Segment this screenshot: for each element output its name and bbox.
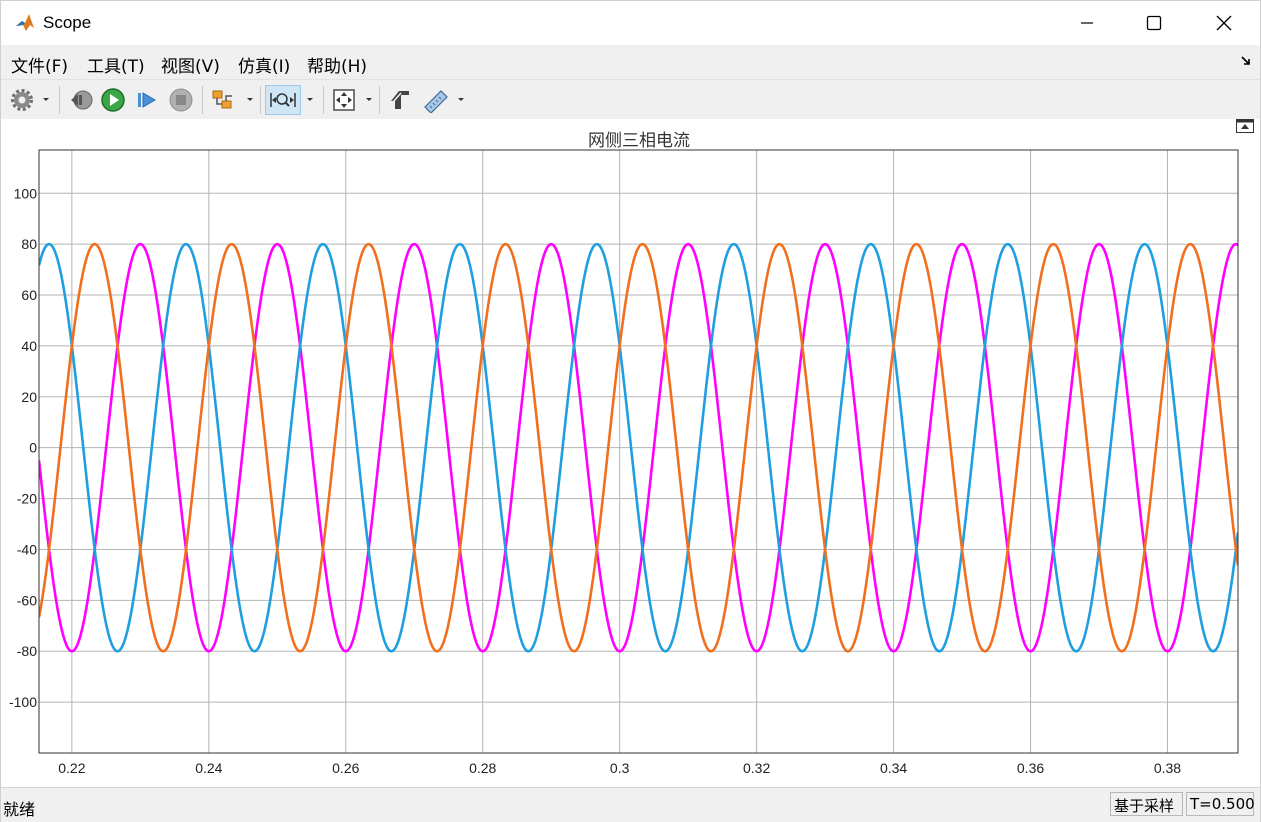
window-title: Scope (43, 13, 92, 32)
stop-button[interactable] (166, 85, 196, 115)
menu-tools[interactable]: 工具(T) (87, 52, 145, 77)
style-icon (391, 91, 409, 109)
toolbar-separator (260, 86, 261, 114)
x-tick-label: 0.26 (332, 760, 359, 776)
step-back-button[interactable] (66, 85, 96, 115)
maximize-icon (1146, 15, 1162, 31)
x-tick-label: 0.32 (743, 760, 770, 776)
x-tick-label: 0.22 (58, 760, 85, 776)
status-text: 就绪 (3, 800, 36, 819)
toolbar-separator (59, 86, 60, 114)
zoom-x-button[interactable] (265, 85, 301, 115)
y-tick-label: 100 (14, 185, 38, 201)
scope-axes[interactable]: 0.22 0.24 0.26 0.28 0.3 0.32 0.34 0.36 0.38 100 80… (1, 119, 1260, 787)
settings-icon (11, 89, 33, 111)
y-tick-label: -80 (17, 643, 37, 659)
settings-dropdown-icon[interactable] (41, 94, 51, 104)
status-bar: 就绪 基于采样 T=0.500 (1, 787, 1260, 822)
trigger-button[interactable] (208, 85, 238, 115)
plot-title: 网侧三相电流 (588, 131, 690, 151)
measure-icon (424, 90, 448, 113)
menu-view[interactable]: 视图(V) (161, 52, 220, 77)
close-button[interactable] (1201, 1, 1247, 45)
y-tick-label: 20 (21, 389, 37, 405)
x-tick-label: 0.24 (195, 760, 222, 776)
y-tick-label: -100 (9, 694, 37, 710)
fit-view-button[interactable] (329, 85, 359, 115)
style-button[interactable] (385, 85, 415, 115)
sim-time-box: T=0.500 (1186, 792, 1255, 816)
maximize-button[interactable] (1131, 1, 1177, 45)
y-tick-label: 80 (21, 236, 37, 252)
close-icon (1216, 15, 1232, 31)
step-forward-icon (138, 92, 156, 108)
measure-dropdown-icon[interactable] (456, 94, 466, 104)
y-tick-label: 40 (21, 338, 37, 354)
step-back-icon (71, 90, 93, 110)
title-bar: Scope (1, 1, 1260, 45)
y-tick-label: 0 (29, 440, 37, 456)
toolbar-separator (379, 86, 380, 114)
settings-button[interactable] (7, 85, 37, 115)
toolbar-separator (323, 86, 324, 114)
matlab-logo-icon (14, 12, 36, 34)
menu-bar: 文件(F) 工具(T) 视图(V) 仿真(I) 帮助(H) (1, 45, 1260, 79)
sample-mode-box: 基于采样 (1110, 792, 1183, 816)
fit-view-dropdown-icon[interactable] (364, 94, 374, 104)
dock-arrow-icon[interactable] (1240, 55, 1252, 67)
trigger-dropdown-icon[interactable] (245, 94, 255, 104)
run-icon (101, 88, 125, 112)
zoom-x-icon (270, 93, 296, 107)
fit-view-icon (333, 89, 355, 111)
undock-axes-icon[interactable] (1236, 119, 1254, 133)
menu-file[interactable]: 文件(F) (11, 52, 68, 77)
stop-icon (169, 88, 193, 112)
plot-background (39, 150, 1238, 753)
minimize-button[interactable] (1064, 1, 1110, 45)
y-tick-label: -20 (17, 491, 37, 507)
y-tick-label: -60 (17, 592, 37, 608)
x-tick-label: 0.36 (1017, 760, 1044, 776)
y-tick-label: -40 (17, 541, 37, 557)
plot-panel: 0.22 0.24 0.26 0.28 0.3 0.32 0.34 0.36 0.38 100 80… (1, 119, 1260, 787)
toolbar (1, 79, 1260, 120)
scope-window: Scope 文件(F) 工具(T) 视图(V) 仿真(I) 帮助(H) 0.22… (0, 0, 1261, 822)
signal-trigger-icon (212, 90, 232, 109)
x-tick-label: 0.34 (880, 760, 907, 776)
toolbar-separator (202, 86, 203, 114)
y-tick-label: 60 (21, 287, 37, 303)
step-forward-button[interactable] (132, 85, 162, 115)
x-tick-label: 0.38 (1154, 760, 1181, 776)
menu-simulation[interactable]: 仿真(I) (238, 52, 290, 77)
x-tick-label: 0.3 (610, 760, 630, 776)
run-button[interactable] (98, 85, 128, 115)
measure-button[interactable] (421, 85, 451, 115)
minimize-icon (1081, 22, 1093, 24)
menu-help[interactable]: 帮助(H) (307, 52, 367, 77)
zoom-dropdown-icon[interactable] (305, 94, 315, 104)
x-tick-label: 0.28 (469, 760, 496, 776)
